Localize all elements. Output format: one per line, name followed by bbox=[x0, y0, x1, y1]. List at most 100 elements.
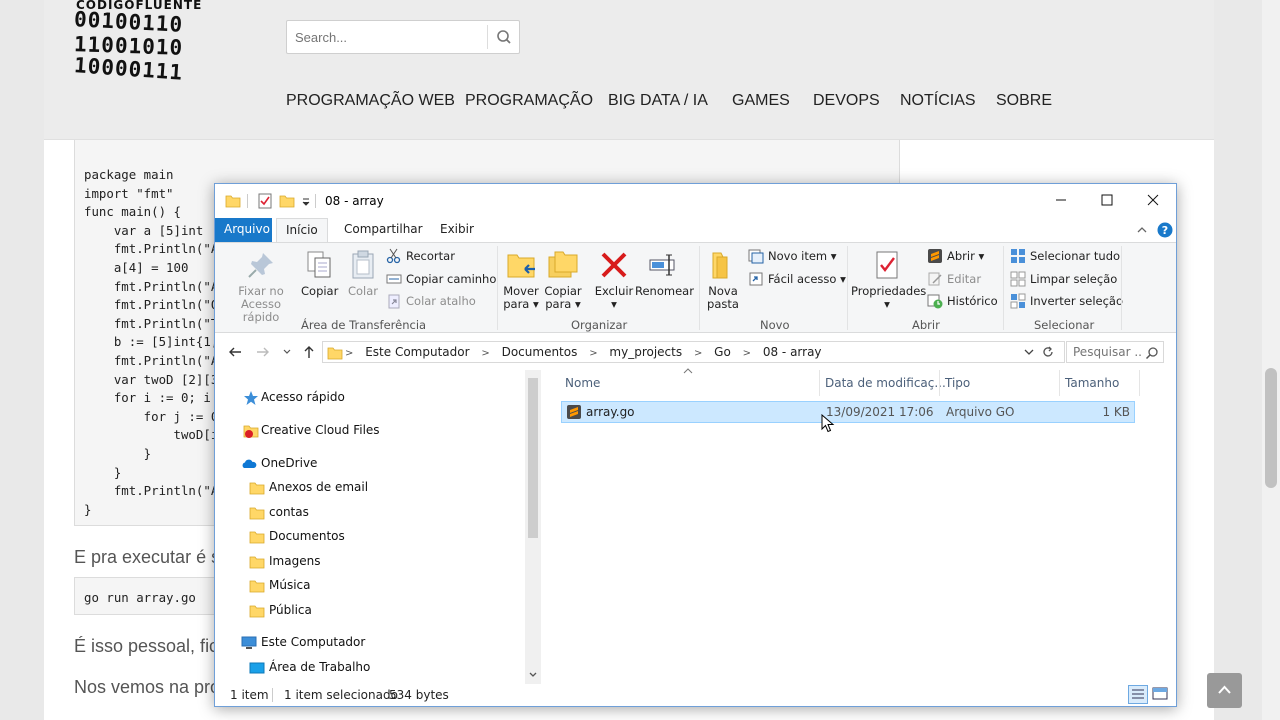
easy-access-button[interactable]: Fácil acesso ▾ bbox=[748, 270, 846, 288]
nav-item-desktop[interactable]: Área de Trabalho bbox=[249, 660, 370, 674]
copy-label: Copiar bbox=[301, 284, 339, 298]
move-to-button[interactable]: Mover para ▾ bbox=[501, 249, 541, 311]
folder-icon bbox=[249, 556, 265, 569]
clear-selection-button[interactable]: Limpar seleção bbox=[1010, 270, 1117, 288]
nav-item-quick-access[interactable]: Acesso rápido bbox=[243, 390, 345, 405]
folder-icon bbox=[225, 195, 241, 208]
forward-arrow-icon[interactable] bbox=[255, 344, 271, 360]
nav-item-folder[interactable]: Música bbox=[249, 578, 311, 593]
site-search-input[interactable] bbox=[295, 28, 485, 46]
move-to-label-1: Mover bbox=[503, 284, 539, 298]
nav-item-folder[interactable]: Imagens bbox=[249, 554, 320, 569]
maximize-button[interactable] bbox=[1084, 184, 1130, 216]
column-divider bbox=[1059, 370, 1060, 396]
explorer-search-input[interactable] bbox=[1073, 345, 1143, 359]
page-scrollbar[interactable] bbox=[1262, 0, 1280, 720]
new-folder-quick-icon[interactable] bbox=[279, 193, 295, 209]
nav-item-folder[interactable]: Anexos de email bbox=[249, 480, 368, 495]
nav-link-programacao-web[interactable]: PROGRAMAÇÃO WEB bbox=[286, 92, 455, 110]
edit-button[interactable]: Editar bbox=[927, 270, 981, 288]
breadcrumb-este-computador[interactable]: Este Computador bbox=[365, 345, 469, 359]
invert-selection-icon bbox=[1010, 293, 1026, 309]
help-icon[interactable]: ? bbox=[1157, 222, 1173, 238]
site-logo[interactable]: CÓDIGOFLUENTE 00100110 11001010 10000111 bbox=[73, 0, 254, 85]
pin-quick-access-button[interactable]: Fixar no Acesso rápido bbox=[223, 249, 299, 324]
explorer-titlebar[interactable]: 08 - array bbox=[215, 184, 1176, 218]
status-item-count: 1 item bbox=[230, 688, 269, 702]
creative-cloud-icon bbox=[243, 425, 259, 438]
open-button[interactable]: Abrir ▾ bbox=[927, 247, 984, 265]
close-button[interactable] bbox=[1130, 184, 1176, 216]
nav-item-folder[interactable]: Documentos bbox=[249, 529, 345, 544]
minimize-button[interactable] bbox=[1038, 184, 1084, 216]
close-icon bbox=[1147, 194, 1159, 206]
nav-link-programacao[interactable]: PROGRAMAÇÃO bbox=[465, 92, 593, 110]
tab-compartilhar[interactable]: Compartilhar bbox=[335, 218, 432, 242]
titlebar-separator bbox=[315, 194, 316, 208]
properties-button[interactable]: Propriedades ▾ bbox=[851, 249, 926, 311]
invert-selection-button[interactable]: Inverter seleção bbox=[1010, 292, 1123, 310]
breadcrumb-08-array[interactable]: 08 - array bbox=[763, 345, 822, 359]
page-scrollbar-thumb[interactable] bbox=[1265, 368, 1277, 488]
site-search-button[interactable] bbox=[487, 25, 519, 49]
status-bytes: 534 bytes bbox=[389, 688, 449, 702]
breadcrumb-my-projects[interactable]: my_projects bbox=[609, 345, 682, 359]
new-folder-button[interactable]: Nova pasta bbox=[703, 249, 743, 311]
file-row[interactable]: array.go 13/09/2021 17:06 Arquivo GO 1 K… bbox=[561, 401, 1135, 423]
nav-item-folder[interactable]: contas bbox=[249, 505, 309, 520]
titlebar-separator bbox=[247, 194, 248, 208]
nav-pane-scrollbar-thumb[interactable] bbox=[528, 378, 538, 538]
nav-item-folder[interactable]: Pública bbox=[249, 603, 312, 618]
properties-quick-icon[interactable] bbox=[257, 193, 273, 209]
file-list: Nome Data de modificaç... Tipo Tamanho a… bbox=[541, 368, 1176, 684]
breadcrumb-go[interactable]: Go bbox=[714, 345, 731, 359]
back-arrow-icon[interactable] bbox=[227, 344, 243, 360]
refresh-icon[interactable] bbox=[1041, 345, 1055, 359]
scroll-down-icon[interactable] bbox=[528, 670, 538, 680]
nav-link-noticias[interactable]: NOTÍCIAS bbox=[900, 92, 976, 110]
details-view-button[interactable] bbox=[1128, 685, 1148, 704]
up-arrow-icon[interactable] bbox=[301, 344, 317, 360]
nav-item-this-pc[interactable]: Este Computador bbox=[241, 635, 365, 649]
explorer-search-box bbox=[1066, 341, 1164, 363]
paste-button[interactable]: Colar bbox=[343, 249, 383, 298]
nav-item-onedrive[interactable]: OneDrive bbox=[241, 456, 317, 470]
copy-icon bbox=[307, 251, 331, 278]
copy-to-button[interactable]: Copiar para ▾ bbox=[543, 249, 583, 311]
collapse-ribbon-icon[interactable] bbox=[1136, 224, 1148, 236]
rename-label: Renomear bbox=[635, 284, 694, 298]
large-icons-view-button[interactable] bbox=[1151, 685, 1171, 704]
copy-button[interactable]: Copiar bbox=[301, 249, 339, 298]
copy-path-button[interactable]: Copiar caminho bbox=[386, 270, 496, 288]
nav-link-devops[interactable]: DEVOPS bbox=[813, 92, 880, 110]
select-all-button[interactable]: Selecionar tudo bbox=[1010, 247, 1120, 265]
tab-exibir[interactable]: Exibir bbox=[431, 218, 483, 242]
nav-pane-scrollbar[interactable] bbox=[525, 370, 541, 684]
code-line: fmt.Println("Ar bbox=[84, 483, 226, 499]
tab-inicio[interactable]: Início bbox=[276, 218, 328, 242]
address-bar[interactable]: > Este Computador > Documentos > my_proj… bbox=[322, 341, 1065, 363]
column-header-size[interactable]: Tamanho bbox=[1065, 376, 1119, 390]
nav-link-big-data[interactable]: BIG DATA / IA bbox=[608, 92, 708, 110]
rename-button[interactable]: Renomear bbox=[635, 249, 694, 298]
recent-locations-icon[interactable] bbox=[281, 346, 293, 358]
tab-arquivo[interactable]: Arquivo bbox=[215, 218, 272, 242]
folder-icon bbox=[249, 580, 265, 593]
nav-link-sobre[interactable]: SOBRE bbox=[996, 92, 1052, 110]
column-header-type[interactable]: Tipo bbox=[945, 376, 970, 390]
new-item-label: Novo item bbox=[768, 249, 828, 263]
back-to-top-button[interactable] bbox=[1207, 673, 1242, 708]
delete-button[interactable]: Excluir ▾ bbox=[593, 249, 635, 311]
paste-shortcut-button[interactable]: Colar atalho bbox=[386, 292, 476, 310]
column-header-modified[interactable]: Data de modificaç... bbox=[825, 376, 946, 390]
history-button[interactable]: Histórico bbox=[927, 292, 998, 310]
new-item-button[interactable]: Novo item ▾ bbox=[748, 247, 837, 265]
nav-item-creative-cloud[interactable]: Creative Cloud Files bbox=[243, 423, 380, 438]
customize-toolbar-icon[interactable] bbox=[301, 193, 311, 209]
breadcrumb-documentos[interactable]: Documentos bbox=[502, 345, 578, 359]
file-name[interactable]: array.go bbox=[586, 405, 635, 419]
cut-button[interactable]: Recortar bbox=[386, 247, 455, 265]
column-header-name[interactable]: Nome bbox=[565, 376, 600, 390]
address-dropdown-icon[interactable] bbox=[1023, 346, 1035, 358]
nav-link-games[interactable]: GAMES bbox=[732, 92, 790, 110]
